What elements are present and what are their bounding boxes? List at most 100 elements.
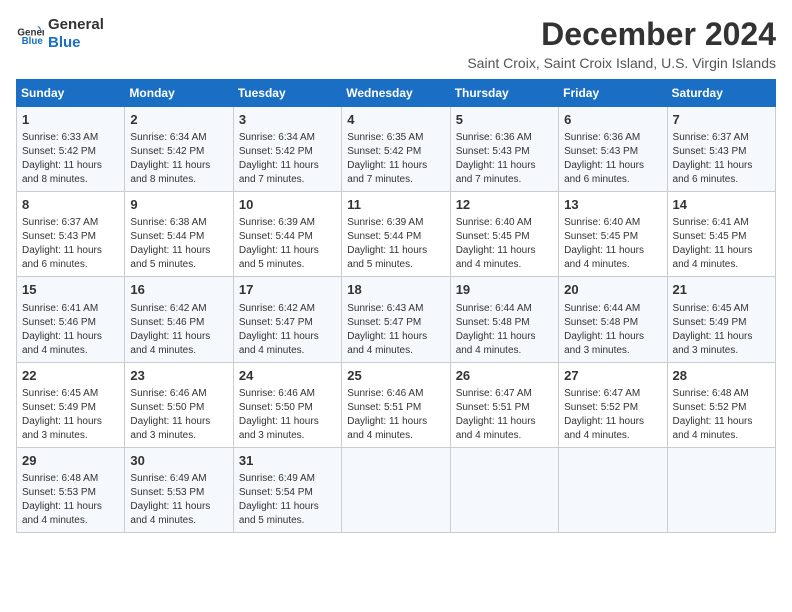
- weekday-header-tuesday: Tuesday: [233, 80, 341, 107]
- day-info: Sunrise: 6:49 AM Sunset: 5:54 PM Dayligh…: [239, 472, 336, 528]
- day-info: Sunrise: 6:46 AM Sunset: 5:51 PM Dayligh…: [347, 387, 444, 443]
- day-info: Sunrise: 6:36 AM Sunset: 5:43 PM Dayligh…: [456, 131, 553, 187]
- calendar-cell: 24Sunrise: 6:46 AM Sunset: 5:50 PM Dayli…: [233, 362, 341, 447]
- calendar-cell: 26Sunrise: 6:47 AM Sunset: 5:51 PM Dayli…: [450, 362, 558, 447]
- day-info: Sunrise: 6:36 AM Sunset: 5:43 PM Dayligh…: [564, 131, 661, 187]
- day-info: Sunrise: 6:41 AM Sunset: 5:46 PM Dayligh…: [22, 302, 119, 358]
- calendar-week-row: 1Sunrise: 6:33 AM Sunset: 5:42 PM Daylig…: [17, 107, 776, 192]
- day-number: 29: [22, 452, 119, 470]
- header: General Blue General Blue December 2024 …: [16, 16, 776, 71]
- day-number: 2: [130, 111, 227, 129]
- calendar-cell: [450, 447, 558, 532]
- day-number: 28: [673, 367, 770, 385]
- day-info: Sunrise: 6:34 AM Sunset: 5:42 PM Dayligh…: [239, 131, 336, 187]
- day-info: Sunrise: 6:41 AM Sunset: 5:45 PM Dayligh…: [673, 216, 770, 272]
- day-number: 18: [347, 281, 444, 299]
- page-subtitle: Saint Croix, Saint Croix Island, U.S. Vi…: [467, 55, 776, 71]
- day-number: 20: [564, 281, 661, 299]
- calendar-cell: 22 Sunrise: 6:45 AM Sunset: 5:49 PM Dayli…: [17, 362, 125, 447]
- day-number: 3: [239, 111, 336, 129]
- day-number: 16: [130, 281, 227, 299]
- calendar-cell: 28 Sunrise: 6:48 AM Sunset: 5:52 PM Dayli…: [667, 362, 775, 447]
- day-number: 8: [22, 196, 119, 214]
- logo-blue: Blue: [48, 34, 104, 52]
- calendar-cell: 30 Sunrise: 6:49 AM Sunset: 5:53 PM Dayli…: [125, 447, 233, 532]
- day-info: Sunrise: 6:37 AM Sunset: 5:43 PM Dayligh…: [673, 131, 770, 187]
- day-info: Sunrise: 6:42 AM Sunset: 5:47 PM Dayligh…: [239, 302, 336, 358]
- day-number: 1: [22, 111, 119, 129]
- day-info: Sunrise: 6:44 AM Sunset: 5:48 PM Dayligh…: [564, 302, 661, 358]
- day-number: 14: [673, 196, 770, 214]
- day-number: 12: [456, 196, 553, 214]
- weekday-header-wednesday: Wednesday: [342, 80, 450, 107]
- logo-general: General: [48, 16, 104, 34]
- calendar-header-row: SundayMondayTuesdayWednesdayThursdayFrid…: [17, 80, 776, 107]
- calendar-cell: 14 Sunrise: 6:41 AM Sunset: 5:45 PM Dayli…: [667, 192, 775, 277]
- calendar-cell: 20 Sunrise: 6:44 AM Sunset: 5:48 PM Dayli…: [559, 277, 667, 362]
- weekday-header-sunday: Sunday: [17, 80, 125, 107]
- calendar-cell: 17 Sunrise: 6:42 AM Sunset: 5:47 PM Dayli…: [233, 277, 341, 362]
- day-number: 6: [564, 111, 661, 129]
- calendar-cell: 11 Sunrise: 6:39 AM Sunset: 5:44 PM Dayli…: [342, 192, 450, 277]
- title-block: December 2024 Saint Croix, Saint Croix I…: [467, 16, 776, 71]
- day-info: Sunrise: 6:48 AM Sunset: 5:53 PM Dayligh…: [22, 472, 119, 528]
- day-number: 4: [347, 111, 444, 129]
- logo: General Blue General Blue: [16, 16, 104, 52]
- page-title: December 2024: [467, 16, 776, 53]
- calendar-table: SundayMondayTuesdayWednesdayThursdayFrid…: [16, 79, 776, 533]
- calendar-week-row: 29 Sunrise: 6:48 AM Sunset: 5:53 PM Dayli…: [17, 447, 776, 532]
- calendar-cell: 1Sunrise: 6:33 AM Sunset: 5:42 PM Daylig…: [17, 107, 125, 192]
- calendar-cell: 4 Sunrise: 6:35 AM Sunset: 5:42 PM Daylig…: [342, 107, 450, 192]
- calendar-cell: 15 Sunrise: 6:41 AM Sunset: 5:46 PM Dayli…: [17, 277, 125, 362]
- day-info: Sunrise: 6:40 AM Sunset: 5:45 PM Dayligh…: [456, 216, 553, 272]
- svg-text:Blue: Blue: [22, 36, 44, 47]
- day-number: 23: [130, 367, 227, 385]
- day-number: 15: [22, 281, 119, 299]
- day-number: 9: [130, 196, 227, 214]
- day-info: Sunrise: 6:43 AM Sunset: 5:47 PM Dayligh…: [347, 302, 444, 358]
- day-info: Sunrise: 6:40 AM Sunset: 5:45 PM Dayligh…: [564, 216, 661, 272]
- calendar-cell: 10 Sunrise: 6:39 AM Sunset: 5:44 PM Dayli…: [233, 192, 341, 277]
- calendar-cell: 7Sunrise: 6:37 AM Sunset: 5:43 PM Daylig…: [667, 107, 775, 192]
- day-number: 17: [239, 281, 336, 299]
- day-number: 22: [22, 367, 119, 385]
- calendar-cell: [342, 447, 450, 532]
- weekday-header-friday: Friday: [559, 80, 667, 107]
- day-info: Sunrise: 6:47 AM Sunset: 5:52 PM Dayligh…: [564, 387, 661, 443]
- day-info: Sunrise: 6:44 AM Sunset: 5:48 PM Dayligh…: [456, 302, 553, 358]
- calendar-cell: 31 Sunrise: 6:49 AM Sunset: 5:54 PM Dayli…: [233, 447, 341, 532]
- day-info: Sunrise: 6:49 AM Sunset: 5:53 PM Dayligh…: [130, 472, 227, 528]
- calendar-cell: 5 Sunrise: 6:36 AM Sunset: 5:43 PM Daylig…: [450, 107, 558, 192]
- day-number: 5: [456, 111, 553, 129]
- day-info: Sunrise: 6:45 AM Sunset: 5:49 PM Dayligh…: [22, 387, 119, 443]
- calendar-cell: 27 Sunrise: 6:47 AM Sunset: 5:52 PM Dayli…: [559, 362, 667, 447]
- calendar-cell: 8Sunrise: 6:37 AM Sunset: 5:43 PM Daylig…: [17, 192, 125, 277]
- day-number: 25: [347, 367, 444, 385]
- calendar-cell: 18 Sunrise: 6:43 AM Sunset: 5:47 PM Dayli…: [342, 277, 450, 362]
- calendar-cell: 29 Sunrise: 6:48 AM Sunset: 5:53 PM Dayli…: [17, 447, 125, 532]
- calendar-week-row: 15 Sunrise: 6:41 AM Sunset: 5:46 PM Dayli…: [17, 277, 776, 362]
- day-info: Sunrise: 6:48 AM Sunset: 5:52 PM Dayligh…: [673, 387, 770, 443]
- day-info: Sunrise: 6:39 AM Sunset: 5:44 PM Dayligh…: [239, 216, 336, 272]
- day-number: 30: [130, 452, 227, 470]
- calendar-cell: 25 Sunrise: 6:46 AM Sunset: 5:51 PM Dayli…: [342, 362, 450, 447]
- day-number: 31: [239, 452, 336, 470]
- calendar-week-row: 22 Sunrise: 6:45 AM Sunset: 5:49 PM Dayli…: [17, 362, 776, 447]
- calendar-week-row: 8Sunrise: 6:37 AM Sunset: 5:43 PM Daylig…: [17, 192, 776, 277]
- day-info: Sunrise: 6:46 AM Sunset: 5:50 PM Dayligh…: [130, 387, 227, 443]
- day-number: 10: [239, 196, 336, 214]
- calendar-cell: 12 Sunrise: 6:40 AM Sunset: 5:45 PM Dayli…: [450, 192, 558, 277]
- day-info: Sunrise: 6:39 AM Sunset: 5:44 PM Dayligh…: [347, 216, 444, 272]
- day-info: Sunrise: 6:45 AM Sunset: 5:49 PM Dayligh…: [673, 302, 770, 358]
- day-number: 21: [673, 281, 770, 299]
- calendar-cell: 2Sunrise: 6:34 AM Sunset: 5:42 PM Daylig…: [125, 107, 233, 192]
- day-number: 27: [564, 367, 661, 385]
- weekday-header-monday: Monday: [125, 80, 233, 107]
- calendar-cell: 3 Sunrise: 6:34 AM Sunset: 5:42 PM Daylig…: [233, 107, 341, 192]
- day-number: 11: [347, 196, 444, 214]
- weekday-header-saturday: Saturday: [667, 80, 775, 107]
- calendar-cell: 13 Sunrise: 6:40 AM Sunset: 5:45 PM Dayli…: [559, 192, 667, 277]
- day-number: 13: [564, 196, 661, 214]
- day-info: Sunrise: 6:35 AM Sunset: 5:42 PM Dayligh…: [347, 131, 444, 187]
- day-info: Sunrise: 6:42 AM Sunset: 5:46 PM Dayligh…: [130, 302, 227, 358]
